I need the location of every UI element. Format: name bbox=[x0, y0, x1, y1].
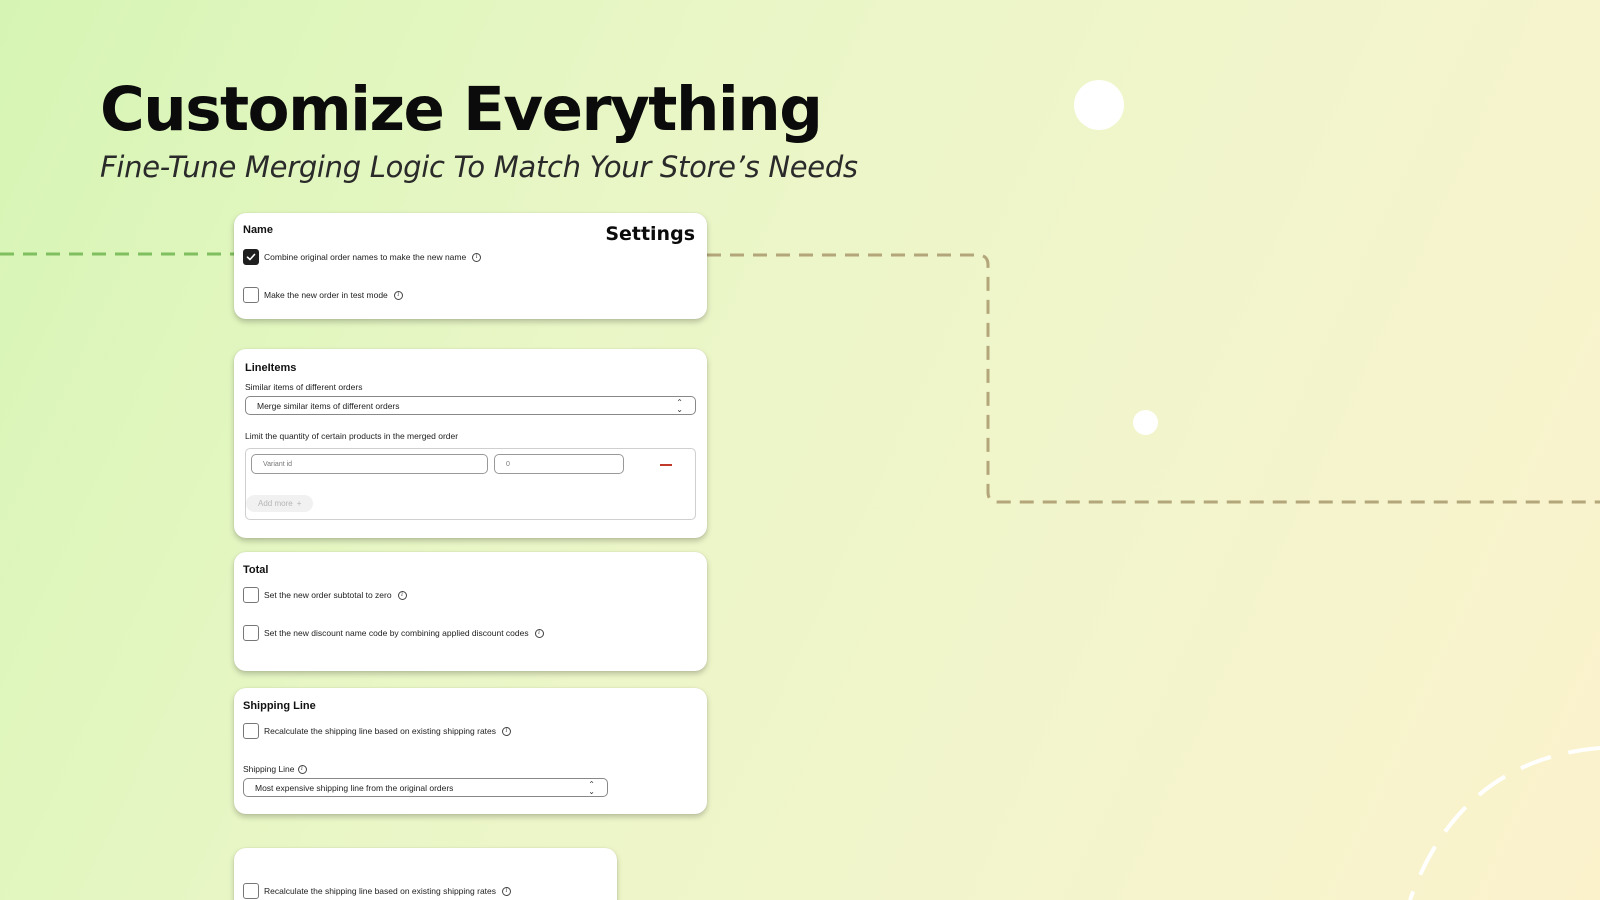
subtotal-zero-label: Set the new order subtotal to zero bbox=[264, 590, 392, 600]
lineitems-settings-card: LineItems Similar items of different ord… bbox=[234, 349, 707, 538]
name-section-title: Name bbox=[243, 224, 273, 236]
discount-code-label: Set the new discount name code by combin… bbox=[264, 628, 529, 638]
extra-settings-card: Recalculate the shipping line based on e… bbox=[234, 848, 617, 900]
settings-title: Settings bbox=[605, 223, 695, 245]
discount-code-checkbox[interactable] bbox=[243, 625, 259, 641]
hero-subtitle: Fine-Tune Merging Logic To Match Your St… bbox=[100, 150, 858, 184]
recalculate-shipping-option[interactable]: Recalculate the shipping line based on e… bbox=[243, 723, 512, 739]
combine-names-checkbox[interactable] bbox=[243, 249, 259, 265]
limit-quantity-label: Limit the quantity of certain products i… bbox=[245, 431, 459, 441]
test-mode-checkbox[interactable] bbox=[243, 287, 259, 303]
shipping-line-settings-card: Shipping Line Recalculate the shipping l… bbox=[234, 688, 707, 814]
limit-quantity-box: Variant id 0 Add more + bbox=[245, 448, 696, 520]
info-icon[interactable]: i bbox=[393, 290, 403, 300]
total-section-title: Total bbox=[243, 564, 269, 576]
recalculate-shipping-label: Recalculate the shipping line based on e… bbox=[264, 726, 497, 736]
shipping-line-select[interactable]: Most expensive shipping line from the or… bbox=[243, 778, 608, 797]
combine-names-option[interactable]: Combine original order names to make the… bbox=[243, 249, 482, 265]
lineitems-section-title: LineItems bbox=[245, 362, 297, 374]
shipping-line-label: Shipping Line i bbox=[243, 764, 307, 774]
decorative-circle-small bbox=[1133, 410, 1158, 435]
info-icon[interactable]: i bbox=[502, 886, 512, 896]
extra-recalculate-shipping-label: Recalculate the shipping line based on e… bbox=[264, 886, 497, 896]
test-mode-option[interactable]: Make the new order in test mode i bbox=[243, 287, 403, 303]
similar-items-label: Similar items of different orders bbox=[245, 382, 363, 392]
combine-names-label: Combine original order names to make the… bbox=[264, 252, 467, 262]
info-icon[interactable]: i bbox=[397, 590, 407, 600]
plus-icon: + bbox=[296, 499, 302, 508]
info-icon[interactable]: i bbox=[502, 726, 512, 736]
quantity-input[interactable]: 0 bbox=[494, 454, 624, 474]
name-settings-card: Name Settings Combine original order nam… bbox=[234, 213, 707, 319]
hero-title: Customize Everything bbox=[100, 74, 823, 145]
select-chevron-icon: ⌃ ⌄ bbox=[676, 398, 683, 414]
dashed-path-right bbox=[707, 253, 1600, 504]
discount-code-option[interactable]: Set the new discount name code by combin… bbox=[243, 625, 544, 641]
decorative-circle-large bbox=[1074, 80, 1124, 130]
extra-recalculate-shipping-checkbox[interactable] bbox=[243, 883, 259, 899]
add-more-button[interactable]: Add more + bbox=[246, 495, 314, 512]
test-mode-label: Make the new order in test mode bbox=[264, 290, 388, 300]
variant-id-input[interactable]: Variant id bbox=[251, 454, 488, 474]
subtotal-zero-option[interactable]: Set the new order subtotal to zero i bbox=[243, 587, 407, 603]
info-icon[interactable]: i bbox=[534, 628, 544, 638]
total-settings-card: Total Set the new order subtotal to zero… bbox=[234, 552, 707, 671]
subtotal-zero-checkbox[interactable] bbox=[243, 587, 259, 603]
extra-recalculate-shipping-option[interactable]: Recalculate the shipping line based on e… bbox=[243, 883, 512, 899]
canvas: Customize Everything Fine-Tune Merging L… bbox=[0, 0, 1600, 900]
select-chevron-icon: ⌃ ⌄ bbox=[588, 780, 595, 796]
info-icon[interactable]: i bbox=[472, 252, 482, 262]
check-icon bbox=[246, 253, 256, 261]
recalculate-shipping-checkbox[interactable] bbox=[243, 723, 259, 739]
shipping-section-title: Shipping Line bbox=[243, 700, 316, 712]
remove-row-icon[interactable] bbox=[660, 464, 672, 466]
dashed-arc-corner bbox=[1408, 746, 1600, 900]
add-more-label: Add more bbox=[258, 499, 293, 508]
info-icon[interactable]: i bbox=[297, 764, 307, 774]
similar-items-select-value: Merge similar items of different orders bbox=[257, 400, 400, 411]
shipping-line-select-value: Most expensive shipping line from the or… bbox=[255, 782, 454, 793]
similar-items-select[interactable]: Merge similar items of different orders … bbox=[245, 396, 696, 415]
